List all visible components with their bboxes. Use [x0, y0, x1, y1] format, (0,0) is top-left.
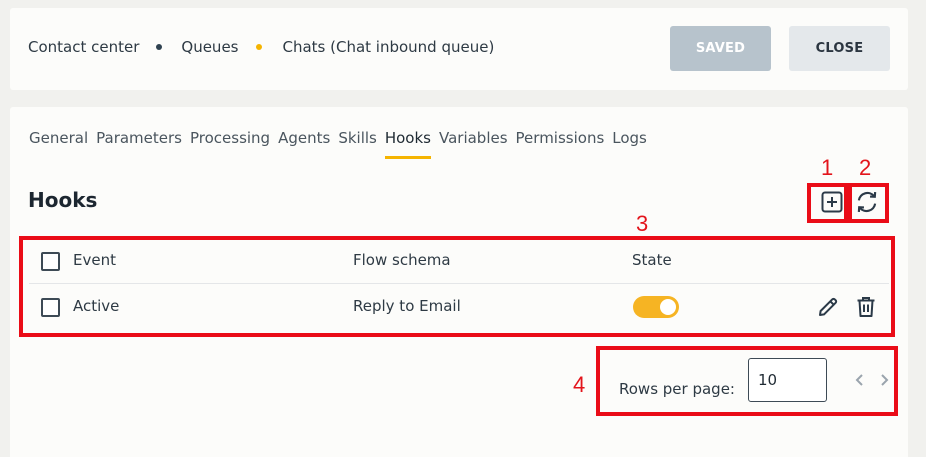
tab-skills[interactable]: Skills: [338, 129, 377, 159]
annotation-label-1: 1: [821, 155, 834, 180]
breadcrumb-separator-current: [256, 44, 263, 50]
tab-bar: General Parameters Processing Agents Ski…: [29, 129, 655, 159]
annotation-label-4: 4: [573, 372, 586, 397]
breadcrumb-current: Chats (Chat inbound queue): [282, 38, 495, 56]
close-button[interactable]: CLOSE: [789, 26, 890, 71]
breadcrumb-separator: [156, 44, 163, 50]
section-title: Hooks: [28, 188, 98, 212]
tab-variables[interactable]: Variables: [439, 129, 508, 159]
breadcrumb-queues[interactable]: Queues: [181, 38, 238, 56]
annotation-label-2: 2: [859, 155, 872, 180]
tab-hooks[interactable]: Hooks: [384, 129, 431, 159]
tab-general[interactable]: General: [29, 129, 88, 159]
breadcrumb: Contact center Queues Chats (Chat inboun…: [28, 38, 494, 56]
tab-processing[interactable]: Processing: [190, 129, 270, 159]
annotation-box-2: [848, 183, 889, 223]
tab-parameters[interactable]: Parameters: [96, 129, 182, 159]
header-card: Contact center Queues Chats (Chat inboun…: [10, 8, 908, 90]
saved-button[interactable]: SAVED: [670, 26, 771, 71]
annotation-box-3: [19, 236, 895, 337]
breadcrumb-contact-center[interactable]: Contact center: [28, 38, 139, 56]
annotation-label-3: 3: [636, 211, 649, 236]
tab-logs[interactable]: Logs: [612, 129, 647, 159]
annotation-box-4: [596, 346, 898, 416]
annotation-box-1: [807, 183, 848, 223]
tab-permissions[interactable]: Permissions: [516, 129, 605, 159]
tab-agents[interactable]: Agents: [278, 129, 330, 159]
